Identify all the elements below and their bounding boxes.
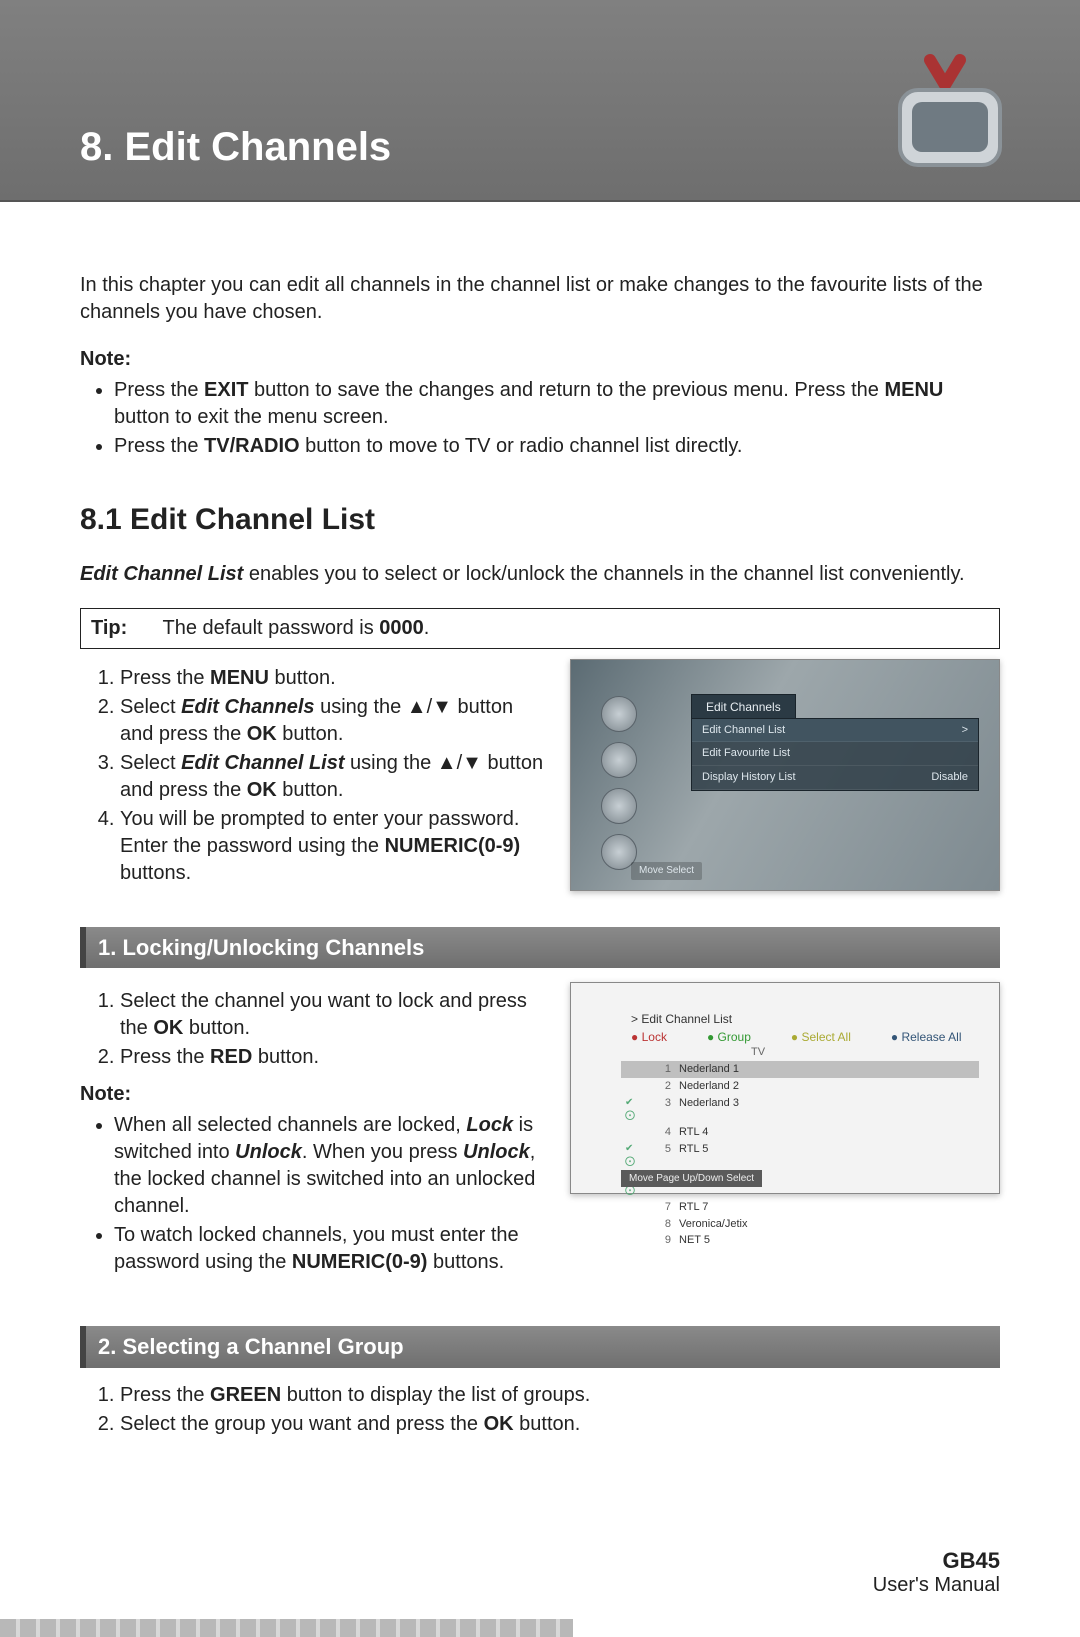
osd-footer-hint: Move Page Up/Down Select xyxy=(621,1170,762,1188)
section-lead: Edit Channel List enables you to select … xyxy=(80,561,1000,588)
osd-green-group: Group xyxy=(707,1029,751,1045)
steps-list: Select the channel you want to lock and … xyxy=(80,988,550,1071)
chapter-title: 8. Edit Channels xyxy=(80,125,391,170)
tip-label: Tip: xyxy=(91,617,127,639)
step-item: Select Edit Channel List using the ▲/▼ b… xyxy=(120,750,550,804)
osd-sidebar-icons xyxy=(601,696,671,870)
osd-title: Edit Channels xyxy=(691,694,796,720)
step-item: You will be prompted to enter your passw… xyxy=(120,806,550,887)
note-list: Press the EXIT button to save the change… xyxy=(80,377,1000,460)
osd-channel-list: 1Nederland 1 2Nederland 2 ✔ ⨀3Nederland … xyxy=(621,1061,979,1249)
page-body: In this chapter you can edit all channel… xyxy=(0,202,1080,1468)
intro-paragraph: In this chapter you can edit all channel… xyxy=(80,272,1000,326)
osd-icon xyxy=(601,742,637,778)
note-item: When all selected channels are locked, L… xyxy=(114,1112,550,1220)
page-number: GB45 xyxy=(873,1548,1000,1574)
osd-color-buttons: Lock Group Select All Release All xyxy=(631,1029,979,1045)
osd-tv-label: TV xyxy=(751,1045,765,1060)
osd-yellow-selectall: Select All xyxy=(791,1029,851,1045)
step-item: Select the group you want and press the … xyxy=(120,1411,1000,1438)
subsection-heading: 2. Selecting a Channel Group xyxy=(80,1326,1000,1368)
steps-list: Press the GREEN button to display the li… xyxy=(80,1382,1000,1438)
osd-menu-row: Edit Channel List> xyxy=(692,719,978,743)
note-list: When all selected channels are locked, L… xyxy=(80,1112,550,1276)
osd-channel-row: 2Nederland 2 xyxy=(621,1078,979,1095)
tip-box: Tip: The default password is 0000. xyxy=(80,608,1000,649)
tv-icon xyxy=(880,40,1020,185)
osd-menu-row: Display History ListDisable xyxy=(692,766,978,790)
osd-icon xyxy=(601,696,637,732)
screenshot-edit-channel-list: > Edit Channel List Lock Group Select Al… xyxy=(570,982,1000,1194)
step-item: Press the GREEN button to display the li… xyxy=(120,1382,1000,1409)
section-heading: 8.1 Edit Channel List xyxy=(80,500,1000,541)
osd-channel-row: 8Veronica/Jetix xyxy=(621,1216,979,1233)
steps-list: Press the MENU button. Select Edit Chann… xyxy=(80,665,550,887)
subsection-heading: 1. Locking/Unlocking Channels xyxy=(80,927,1000,969)
osd-menu-row: Edit Favourite List xyxy=(692,742,978,766)
osd-channel-row: 4RTL 4 xyxy=(621,1124,979,1141)
footer-rule xyxy=(0,1619,573,1637)
step-item: Select the channel you want to lock and … xyxy=(120,988,550,1042)
footer-label: User's Manual xyxy=(873,1574,1000,1597)
osd-breadcrumb: > Edit Channel List xyxy=(631,1011,732,1027)
osd-blue-releaseall: Release All xyxy=(891,1029,962,1045)
osd-menu: Edit Channel List> Edit Favourite List D… xyxy=(691,718,979,792)
osd-icon xyxy=(601,788,637,824)
note-item: Press the TV/RADIO button to move to TV … xyxy=(114,433,1000,460)
osd-red-lock: Lock xyxy=(631,1029,667,1045)
osd-channel-row: 9NET 5 xyxy=(621,1232,979,1249)
note-item: To watch locked channels, you must enter… xyxy=(114,1222,550,1276)
step-item: Press the RED button. xyxy=(120,1044,550,1071)
screenshot-edit-channels-menu: Edit Channels Edit Channel List> Edit Fa… xyxy=(570,659,1000,891)
note-heading: Note: xyxy=(80,1081,550,1108)
step-item: Press the MENU button. xyxy=(120,665,550,692)
osd-channel-row: 7RTL 7 xyxy=(621,1199,979,1216)
osd-channel-row: ✔ ⨀3Nederland 3 xyxy=(621,1095,979,1124)
note-heading: Note: xyxy=(80,346,1000,373)
osd-hint: Move Select xyxy=(631,862,702,880)
page-footer: GB45 User's Manual xyxy=(873,1528,1080,1637)
osd-channel-row: ✔ ⨀5RTL 5 xyxy=(621,1141,979,1170)
page-header: 8. Edit Channels xyxy=(0,0,1080,202)
note-item: Press the EXIT button to save the change… xyxy=(114,377,1000,431)
osd-channel-row: 1Nederland 1 xyxy=(621,1061,979,1078)
step-item: Select Edit Channels using the ▲/▼ butto… xyxy=(120,694,550,748)
